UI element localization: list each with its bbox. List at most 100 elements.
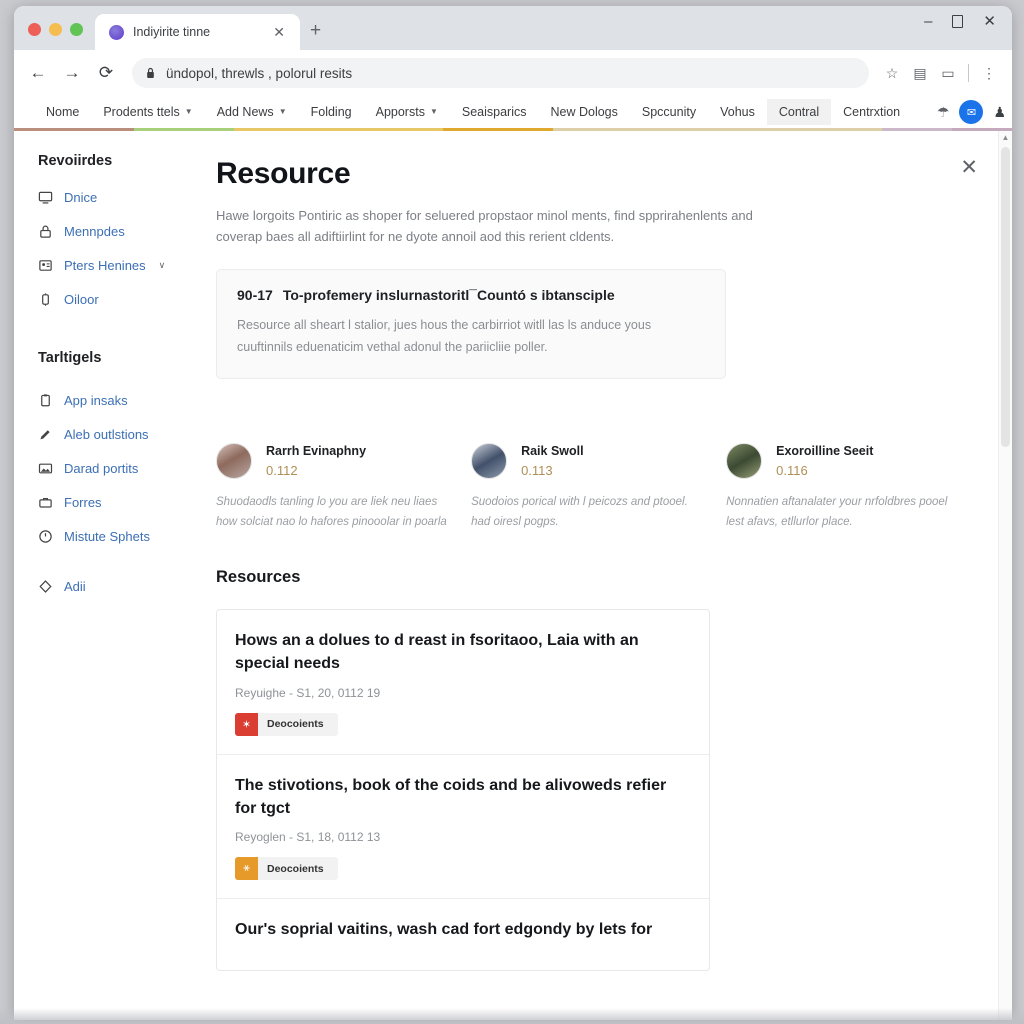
forward-icon[interactable]: → — [56, 57, 88, 89]
bookmark-star-icon[interactable]: ☆ — [879, 60, 905, 86]
nav-item-1[interactable]: Prodents ttels ▼ — [91, 99, 204, 126]
notice-title: To-profemery inslurnastoritl¯Countó s ib… — [282, 287, 615, 304]
toolbar-divider — [968, 64, 969, 82]
profile-avatar[interactable]: ✉ — [959, 100, 984, 124]
minimize-icon[interactable]: – — [924, 14, 932, 29]
tab-title: Indiyirite tinne — [133, 25, 211, 39]
reload-icon[interactable]: ⟳ — [90, 57, 122, 89]
resource-tag-chip[interactable]: ✶ Deocoients — [235, 712, 338, 736]
tag-label: Deocoients — [267, 862, 324, 875]
sidebar-section-title-2: Tarltigels — [38, 350, 102, 366]
bottom-fade — [0, 1008, 1024, 1024]
cast-icon[interactable]: ▭ — [935, 60, 961, 86]
resource-title: The stivotions, book of the coids and be… — [235, 776, 667, 817]
nav-item-5[interactable]: Seaisparics — [450, 99, 539, 126]
page-body: Revoiirdes Dnice Mennpdes Pters Henines ∨ Oi… — [14, 131, 1012, 1020]
tag-icon: ⚹ — [235, 857, 258, 881]
nav-item-2[interactable]: Add News ▼ — [205, 99, 299, 126]
sidebar-item-dnice[interactable]: Dnice — [38, 183, 204, 212]
resource-meta: Reyuighe - S1, 20, 0112 19 — [235, 685, 381, 700]
people-row: Rarrh Evinaphny 0.112 Shuodaodls tanling l… — [216, 443, 982, 532]
sidebar-item-app-insaks[interactable]: App insaks — [38, 386, 204, 415]
sidebar-item-darad-portits[interactable]: Darad portits — [38, 454, 204, 483]
main-content: ✕ Resource Hawe lorgoits Pontiric as sho… — [204, 131, 1012, 1020]
sidebar: Revoiirdes Dnice Mennpdes Pters Henines ∨ Oi… — [14, 131, 204, 1020]
browser-window: Indiyirite tinne ✕ + – ✕ ← → ⟳ ündopol, … — [14, 6, 1012, 1020]
chevron-down-icon[interactable]: ∨ — [159, 260, 166, 271]
close-icon[interactable]: ✕ — [983, 14, 996, 29]
maximize-window-dot[interactable] — [70, 23, 83, 36]
resource-title: Our's soprial vaitins, wash cad fort edg… — [235, 921, 653, 939]
vertical-scrollbar[interactable]: ▲ — [998, 131, 1012, 1020]
resource-tag-chip[interactable]: ⚹ Deocoients — [235, 857, 338, 881]
nav-item-label: Add News — [216, 104, 274, 119]
browser-tab[interactable]: Indiyirite tinne ✕ — [95, 14, 300, 50]
resource-title: Hows an a dolues to d reast in fsoritaoo… — [235, 632, 639, 673]
sidebar-item-label: App insaks — [64, 393, 128, 408]
notice-heading: 90-17 To-profemery inslurnastoritl¯Countó… — [237, 287, 705, 303]
briefcase-icon — [38, 495, 53, 510]
nav-item-10[interactable]: Centrxtion — [831, 99, 912, 126]
resource-row[interactable]: Our's soprial vaitins, wash cad fort edg… — [217, 899, 709, 970]
scroll-up-arrow-icon[interactable]: ▲ — [999, 131, 1012, 145]
person-info: Exoroilline Seeit 0.116 — [776, 444, 873, 478]
chevron-down-icon: ▼ — [429, 107, 438, 116]
person-info: Raik Swoll 0.113 — [521, 444, 584, 478]
page-description: Hawe lorgoits Pontiric as shoper for sel… — [216, 208, 753, 245]
sidebar-item-label: Mistute Sphets — [64, 529, 150, 544]
sidebar-item-oiloor[interactable]: Oiloor — [38, 285, 204, 314]
person-note: Nonnatien aftanalater your nrfoldbres po… — [726, 496, 948, 529]
sidebar-item-adii[interactable]: Adii — [38, 572, 204, 601]
resources-list: Hows an a dolues to d reast in fsoritaoo… — [216, 609, 710, 971]
sidebar-item-forres[interactable]: Forres — [38, 488, 204, 517]
person-name: Raik Swoll — [521, 444, 584, 459]
sidebar-item-label: Mennpdes — [64, 224, 125, 239]
maximize-icon[interactable] — [952, 15, 964, 28]
sidebar-item-mistute-sphets[interactable]: Mistute Sphets — [38, 522, 204, 551]
person-note: Shuodaodls tanling lo you are liek neu l… — [216, 496, 447, 529]
sidebar-item-mennpdes[interactable]: Mennpdes — [38, 217, 204, 246]
nav-item-4[interactable]: Apporsts ▼ — [364, 99, 450, 126]
shield-icon[interactable]: ☂ — [937, 104, 950, 121]
nav-item-7[interactable]: Spccunity — [630, 99, 708, 126]
back-icon[interactable]: ← — [22, 57, 54, 89]
nav-item-label: Apporsts — [375, 104, 425, 119]
new-tab-button[interactable]: + — [300, 21, 331, 50]
avatar — [471, 443, 508, 480]
window-controls: – ✕ — [924, 14, 1006, 29]
tag-label: Deocoients — [267, 718, 324, 731]
close-window-dot[interactable] — [28, 23, 41, 36]
minimize-window-dot[interactable] — [49, 23, 62, 36]
person-name: Rarrh Evinaphny — [266, 444, 367, 459]
browser-menu-icon[interactable]: ⋮ — [976, 60, 1002, 86]
sidebar-item-pters-henines[interactable]: Pters Henines ∨ — [38, 251, 204, 280]
sidebar-item-label: Pters Henines — [64, 258, 146, 273]
avatar — [216, 443, 252, 480]
nav-item-6[interactable]: New Dologs — [539, 99, 630, 126]
person-score: 0.116 — [776, 463, 808, 479]
avatar — [726, 443, 763, 480]
sidebar-item-label: Aleb outlstions — [64, 427, 149, 442]
clock-icon — [38, 529, 53, 544]
nav-item-3[interactable]: Folding — [299, 99, 364, 126]
sidebar-item-aleb-outlstions[interactable]: Aleb outlstions — [38, 420, 204, 449]
person-score: 0.112 — [266, 463, 298, 479]
lock-icon — [147, 67, 154, 78]
nav-item-9[interactable]: Contral — [766, 98, 832, 126]
scrollbar-thumb[interactable] — [1001, 147, 1010, 447]
address-bar[interactable]: ündopol, threwls , polorul resits — [132, 58, 869, 88]
person-name: Exoroilline Seeit — [776, 444, 874, 459]
close-icon[interactable]: ✕ — [268, 25, 290, 39]
pencil-icon — [38, 427, 53, 442]
resource-row[interactable]: Hows an a dolues to d reast in fsoritaoo… — [217, 610, 709, 755]
resource-row[interactable]: The stivotions, book of the coids and be… — [217, 755, 709, 900]
chevron-down-icon: ▼ — [278, 107, 287, 116]
nav-item-8[interactable]: Vohus — [708, 99, 767, 126]
bell-icon[interactable]: ♟ — [993, 104, 1006, 121]
nav-item-0[interactable]: Nome — [34, 99, 91, 126]
extensions-icon[interactable]: ▤ — [907, 60, 933, 86]
person-header: Exoroilline Seeit 0.116 — [726, 443, 963, 480]
monitor-icon — [38, 190, 53, 205]
close-icon[interactable]: ✕ — [960, 157, 978, 178]
person-info: Rarrh Evinaphny 0.112 — [266, 444, 366, 478]
